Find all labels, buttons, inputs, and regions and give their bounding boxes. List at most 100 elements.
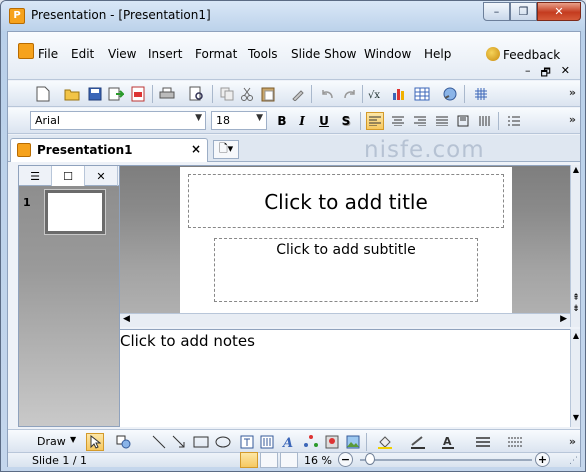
font-color-icon[interactable]: A xyxy=(439,433,457,451)
align-center-icon[interactable] xyxy=(389,112,407,130)
arrow-tool-icon[interactable] xyxy=(170,433,188,451)
zoom-slider-track[interactable] xyxy=(360,459,532,461)
undo-icon[interactable] xyxy=(318,85,336,103)
toolbar-separator xyxy=(360,112,361,130)
align-top-icon[interactable] xyxy=(454,112,472,130)
italic-button[interactable]: I xyxy=(293,112,311,130)
menu-window[interactable]: Window xyxy=(364,47,411,61)
export-pdf-icon[interactable] xyxy=(129,85,147,103)
slide-thumbnail[interactable] xyxy=(45,190,105,234)
menu-insert[interactable]: Insert xyxy=(148,47,182,61)
cut-icon[interactable] xyxy=(238,85,256,103)
zoom-slider-thumb[interactable] xyxy=(365,453,375,465)
wordart-icon[interactable]: A xyxy=(280,433,298,451)
scroll-down-icon[interactable]: ▼ xyxy=(571,413,581,422)
tab-presentation1[interactable]: Presentation1 × xyxy=(10,138,208,162)
standard-toolbar-overflow[interactable]: » xyxy=(569,86,576,99)
fill-color-icon[interactable] xyxy=(376,433,394,451)
underline-button[interactable]: U xyxy=(315,112,333,130)
print-icon[interactable] xyxy=(158,85,176,103)
clip-art-icon[interactable] xyxy=(323,433,341,451)
hyperlink-icon[interactable] xyxy=(441,85,459,103)
chart-icon[interactable] xyxy=(390,85,408,103)
normal-view-icon[interactable] xyxy=(240,452,258,468)
format-painter-icon[interactable] xyxy=(289,85,307,103)
picture-icon[interactable] xyxy=(344,433,362,451)
formula-icon[interactable]: √x xyxy=(368,85,386,103)
line-style-icon[interactable] xyxy=(474,433,492,451)
zoom-in-button[interactable]: + xyxy=(535,452,550,467)
zoom-out-button[interactable]: − xyxy=(338,452,353,467)
redo-icon[interactable] xyxy=(341,85,359,103)
resize-grip-icon[interactable]: ⋰ xyxy=(569,456,578,466)
outline-view-tab[interactable]: ☰ xyxy=(19,166,52,186)
scroll-left-icon[interactable]: ◀ xyxy=(123,314,130,324)
align-justify-icon[interactable] xyxy=(433,112,451,130)
feedback-button[interactable]: Feedback xyxy=(486,47,560,62)
editor-vertical-scrollbar[interactable]: ▲ ⇞ ⇟ xyxy=(570,165,580,327)
align-left-icon[interactable] xyxy=(366,112,384,130)
grid-icon[interactable] xyxy=(472,85,490,103)
draw-menu-button[interactable]: Draw xyxy=(37,435,66,448)
save-as-icon[interactable] xyxy=(107,85,125,103)
shapes-icon[interactable] xyxy=(115,433,133,451)
print-preview-icon[interactable] xyxy=(188,85,206,103)
align-right-icon[interactable] xyxy=(411,112,429,130)
client-area: File Edit View Insert Format Tools Slide… xyxy=(7,31,581,468)
shadow-button[interactable]: S xyxy=(337,112,355,130)
menu-help[interactable]: Help xyxy=(424,47,451,61)
menu-slide-show[interactable]: Slide Show xyxy=(291,47,356,61)
notes-pane[interactable]: Click to add notes xyxy=(120,329,570,427)
table-icon[interactable] xyxy=(413,85,431,103)
scroll-right-icon[interactable]: ▶ xyxy=(560,314,567,324)
title-placeholder[interactable]: Click to add title xyxy=(188,174,504,228)
open-folder-icon[interactable] xyxy=(63,85,81,103)
editor-horizontal-scrollbar[interactable]: ◀ ▶ xyxy=(120,313,570,327)
vertical-text-icon[interactable] xyxy=(258,433,276,451)
new-tab-button[interactable]: 🗋▾ xyxy=(213,140,239,159)
title-bar[interactable]: P Presentation - [Presentation1] – ❐ ✕ xyxy=(1,1,585,31)
rectangle-tool-icon[interactable] xyxy=(192,433,210,451)
text-box-icon[interactable] xyxy=(238,433,256,451)
slide-panel: ☰ ☐ ✕ 1 xyxy=(18,165,120,427)
close-icon[interactable]: × xyxy=(191,142,201,156)
maximize-button[interactable]: ❐ xyxy=(510,2,537,21)
paste-icon[interactable] xyxy=(259,85,277,103)
select-pointer-icon[interactable] xyxy=(86,433,104,451)
scroll-up-icon[interactable]: ▲ xyxy=(571,165,581,174)
drawing-toolbar-overflow[interactable]: » xyxy=(569,435,576,448)
dash-style-icon[interactable] xyxy=(506,433,524,451)
minimize-button[interactable]: – xyxy=(483,2,510,21)
slide-show-view-icon[interactable] xyxy=(280,452,298,468)
notes-placeholder[interactable]: Click to add notes xyxy=(120,332,255,350)
new-document-icon[interactable] xyxy=(34,85,52,103)
font-size-select[interactable]: 18 ▼ xyxy=(211,111,267,130)
slide-navigation-icons[interactable]: ⇞ ⇟ xyxy=(571,293,581,315)
subtitle-placeholder[interactable]: Click to add subtitle xyxy=(214,238,478,302)
menu-edit[interactable]: Edit xyxy=(71,47,94,61)
slide-sorter-view-icon[interactable] xyxy=(260,452,278,468)
notes-scrollbar[interactable]: ▲ ▼ xyxy=(570,329,580,427)
bullet-list-icon[interactable] xyxy=(505,112,523,130)
font-name-select[interactable]: Arial ▼ xyxy=(30,111,206,130)
save-icon[interactable] xyxy=(86,85,104,103)
copy-icon[interactable] xyxy=(218,85,236,103)
diagram-icon[interactable] xyxy=(302,433,320,451)
line-tool-icon[interactable] xyxy=(150,433,168,451)
formatting-toolbar-overflow[interactable]: » xyxy=(569,113,576,126)
menu-view[interactable]: View xyxy=(108,47,136,61)
close-panel-icon[interactable]: ✕ xyxy=(85,166,118,186)
scroll-up-icon[interactable]: ▲ xyxy=(571,331,581,340)
menu-tools[interactable]: Tools xyxy=(248,47,278,61)
ellipse-tool-icon[interactable] xyxy=(214,433,232,451)
line-color-icon[interactable] xyxy=(409,433,427,451)
slides-view-tab[interactable]: ☐ xyxy=(52,166,85,186)
text-direction-icon[interactable] xyxy=(475,112,493,130)
slide-canvas[interactable]: Click to add title Click to add subtitle xyxy=(180,167,512,313)
close-button[interactable]: ✕ xyxy=(537,2,581,21)
menu-format[interactable]: Format xyxy=(195,47,237,61)
app-window: P Presentation - [Presentation1] – ❐ ✕ F… xyxy=(0,0,586,472)
bold-button[interactable]: B xyxy=(273,112,291,130)
menu-file[interactable]: File xyxy=(38,47,58,61)
document-icon[interactable] xyxy=(18,43,34,59)
